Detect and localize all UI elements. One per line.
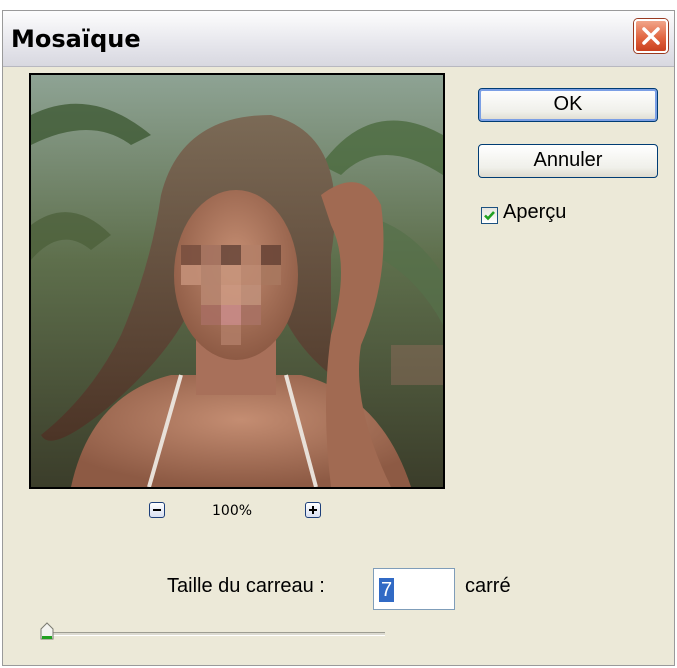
tile-size-input[interactable]: 7 bbox=[373, 568, 455, 610]
title-bar[interactable]: Mosaïque bbox=[3, 11, 674, 67]
slider-thumb[interactable] bbox=[40, 622, 54, 645]
zoom-out-button[interactable] bbox=[149, 502, 165, 518]
dialog-title: Mosaïque bbox=[11, 25, 141, 53]
cancel-button[interactable]: Annuler bbox=[478, 144, 658, 178]
close-button[interactable] bbox=[634, 19, 668, 53]
ok-button[interactable]: OK bbox=[478, 88, 658, 122]
tile-size-label: Taille du carreau : bbox=[167, 575, 325, 597]
preview-photo bbox=[31, 75, 443, 487]
zoom-level: 100% bbox=[212, 503, 253, 519]
preview-checkbox[interactable] bbox=[481, 207, 498, 224]
preview-checkbox-label[interactable]: Aperçu bbox=[503, 201, 566, 224]
zoom-in-button[interactable] bbox=[305, 502, 321, 518]
minus-icon bbox=[153, 509, 161, 511]
slider-thumb-icon bbox=[40, 622, 54, 640]
tile-size-slider[interactable] bbox=[45, 632, 385, 636]
check-icon bbox=[484, 211, 495, 221]
plus-icon bbox=[309, 506, 317, 514]
tile-size-unit: carré bbox=[465, 575, 511, 597]
close-icon bbox=[642, 27, 660, 45]
preview-image[interactable] bbox=[29, 73, 445, 489]
tile-size-value: 7 bbox=[379, 578, 395, 602]
